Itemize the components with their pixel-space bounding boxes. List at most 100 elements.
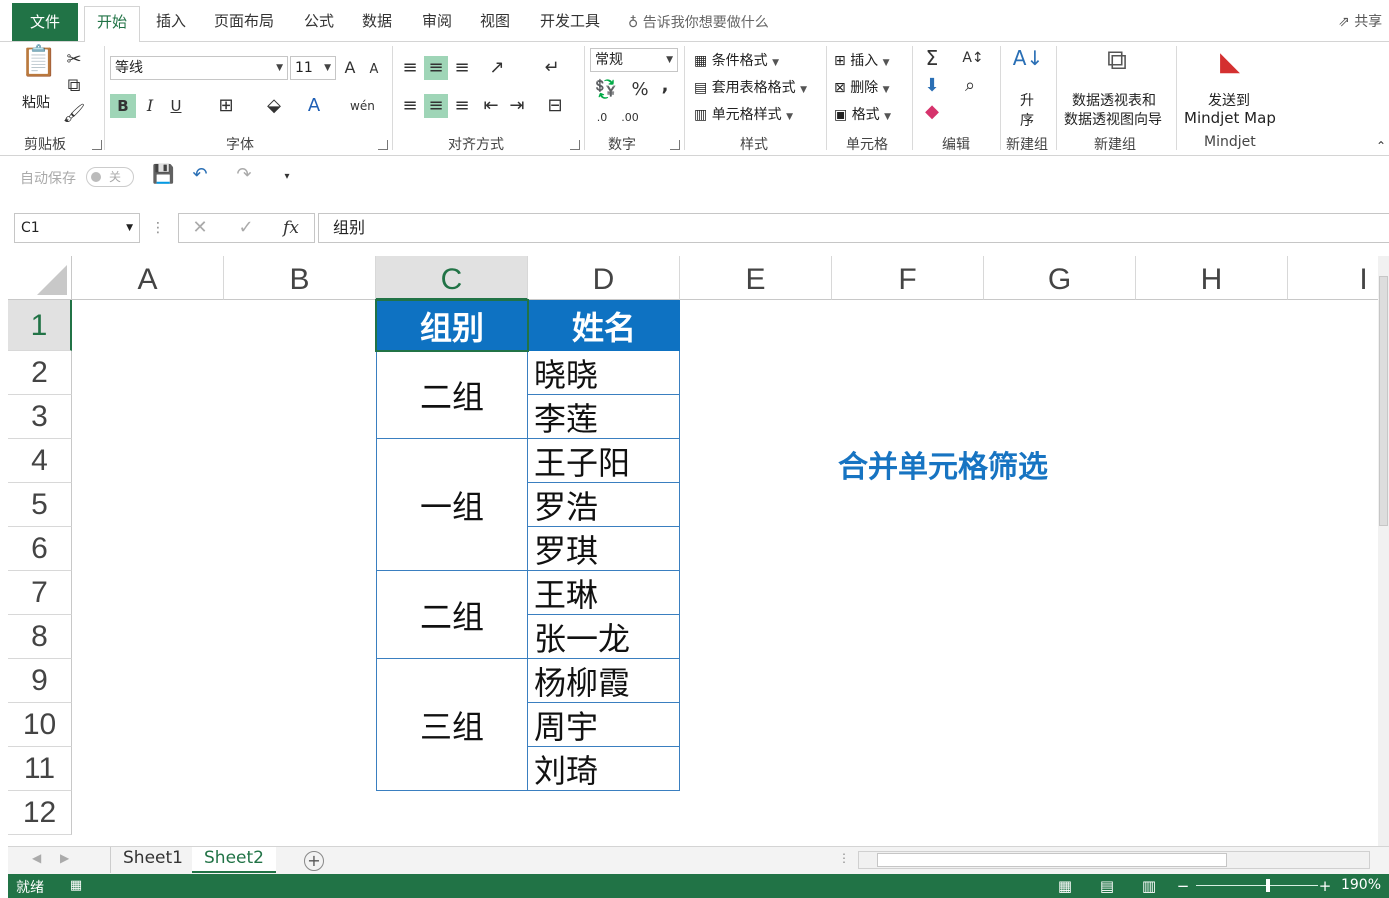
vertical-scroll-thumb[interactable] [1379,276,1388,526]
mindjet-icon[interactable]: ◣ [1214,49,1246,82]
format-painter-icon[interactable]: 🖌 [62,102,86,126]
cancel-icon[interactable]: ✕ [189,216,211,240]
merged-group-cell[interactable]: 三组 [376,659,528,791]
align-bottom-icon[interactable]: ≡ [452,56,472,80]
next-sheet-icon[interactable]: ▶ [60,851,69,865]
shrink-font-button[interactable]: A [364,58,384,82]
row-header-7[interactable]: 7 [8,571,72,615]
delete-cells-button[interactable]: ⊠ 删除 ▼ [834,77,890,97]
sort-ascending-icon[interactable]: A↓ [1010,46,1046,86]
name-cell[interactable]: 王琳 [528,571,680,615]
name-cell[interactable]: 杨柳霞 [528,659,680,703]
column-header-b[interactable]: B [224,256,376,300]
column-header-f[interactable]: F [832,256,984,300]
sort-label-line2[interactable]: 序 [1020,110,1034,130]
zoom-slider[interactable] [1196,885,1318,886]
tab-developer[interactable]: 开发工具 [540,6,600,42]
prev-sheet-icon[interactable]: ◀ [32,851,41,865]
page-layout-view-icon[interactable]: ▤ [1096,874,1118,898]
phonetic-icon[interactable]: wén [350,94,375,118]
normal-view-icon[interactable]: ▦ [1054,874,1076,898]
format-cells-button[interactable]: ▣ 格式 ▼ [834,104,891,124]
row-header-3[interactable]: 3 [8,395,72,439]
tab-page-layout[interactable]: 页面布局 [214,6,274,42]
sheet-tab-sheet1[interactable]: Sheet1 [110,847,195,873]
percent-button[interactable]: % [630,78,650,102]
orientation-icon[interactable]: ↗ [482,56,512,80]
sort-label-line1[interactable]: 升 [1020,90,1034,110]
save-icon[interactable]: 💾 [152,163,174,187]
zoom-out-icon[interactable]: − [1176,874,1190,898]
tab-data[interactable]: 数据 [362,6,392,42]
font-launcher-icon[interactable] [378,140,388,150]
tab-view[interactable]: 视图 [480,6,510,42]
conditional-formatting-button[interactable]: ▦ 条件格式 ▼ [694,50,779,70]
number-format-select[interactable]: 常规 ▼ [590,48,678,72]
row-header-4[interactable]: 4 [8,439,72,483]
vertical-scrollbar[interactable] [1378,256,1389,846]
increase-indent-icon[interactable]: ⇥ [506,94,528,118]
tab-split-handle[interactable]: ⋮ [838,851,850,865]
collapse-ribbon-icon[interactable]: ⌃ [1374,134,1388,158]
name-cell[interactable]: 李莲 [528,395,680,439]
merged-group-cell[interactable]: 二组 [376,571,528,659]
autosave-toggle[interactable]: 关 [86,167,134,187]
name-cell[interactable]: 罗琪 [528,527,680,571]
share-button[interactable]: ⇗ 共享 [1338,11,1382,31]
align-left-icon[interactable]: ≡ [400,94,420,118]
decrease-decimal-icon[interactable]: .00 [620,106,640,130]
send-to-mindjet-line2[interactable]: Mindjet Map [1184,109,1276,127]
undo-icon[interactable]: ↶ [188,163,212,187]
italic-button[interactable]: I [140,94,160,118]
send-to-mindjet-line1[interactable]: 发送到 [1208,90,1250,110]
row-header-6[interactable]: 6 [8,527,72,571]
horizontal-scroll-thumb[interactable] [877,853,1227,867]
bold-button[interactable]: B [110,94,136,118]
copy-icon[interactable]: ⧉ [62,74,86,98]
name-cell[interactable]: 周宇 [528,703,680,747]
select-all-button[interactable] [8,256,72,300]
tab-review[interactable]: 审阅 [422,6,452,42]
clear-icon[interactable]: ◆ [920,100,944,124]
tab-file[interactable]: 文件 [12,3,78,41]
name-cell[interactable]: 王子阳 [528,439,680,483]
merge-center-icon[interactable]: ⊟ [540,94,570,118]
grow-font-button[interactable]: A [340,56,360,80]
clipboard-launcher-icon[interactable] [92,140,102,150]
font-color-icon[interactable]: A [302,94,326,118]
row-header-5[interactable]: 5 [8,483,72,527]
paste-icon[interactable]: 📋 [20,47,57,90]
name-cell[interactable]: 张一龙 [528,615,680,659]
row-header-11[interactable]: 11 [8,747,72,791]
column-header-a[interactable]: A [72,256,224,300]
column-header-h[interactable]: H [1136,256,1288,300]
autosum-icon[interactable]: Σ [920,46,944,70]
enter-icon[interactable]: ✓ [235,216,257,240]
column-header-i[interactable]: I [1288,256,1378,300]
font-name-select[interactable]: 等线 ▼ [110,56,288,80]
merged-group-cell[interactable]: 二组 [376,351,528,439]
borders-icon[interactable]: ⊞ [214,94,238,118]
wrap-text-icon[interactable]: ↵ [540,56,564,80]
name-cell[interactable]: 刘琦 [528,747,680,791]
horizontal-scrollbar[interactable] [858,851,1370,869]
zoom-slider-thumb[interactable] [1266,879,1270,892]
align-center-icon[interactable]: ≡ [424,94,448,118]
zoom-in-icon[interactable]: + [1318,874,1332,898]
macro-record-icon[interactable]: ▦ [66,874,86,898]
row-header-8[interactable]: 8 [8,615,72,659]
sheet-tab-sheet2[interactable]: Sheet2 [192,847,276,873]
add-sheet-button[interactable]: + [304,851,324,871]
currency-icon[interactable]: 💱 [592,78,620,102]
header-cell-name[interactable]: 姓名 [528,300,680,351]
cell-styles-button[interactable]: ▥ 单元格样式 ▼ [694,104,793,124]
number-launcher-icon[interactable] [670,140,680,150]
insert-function-icon[interactable]: fx [279,216,303,240]
row-header-10[interactable]: 10 [8,703,72,747]
row-header-1[interactable]: 1 [8,300,72,351]
column-header-c[interactable]: C [376,256,528,300]
find-select-icon[interactable]: ⌕ [958,74,982,98]
column-header-d[interactable]: D [528,256,680,300]
pivot-wizard-label-line2[interactable]: 数据透视图向导 [1064,109,1162,129]
customize-qat-icon[interactable]: ▾ [280,165,294,189]
